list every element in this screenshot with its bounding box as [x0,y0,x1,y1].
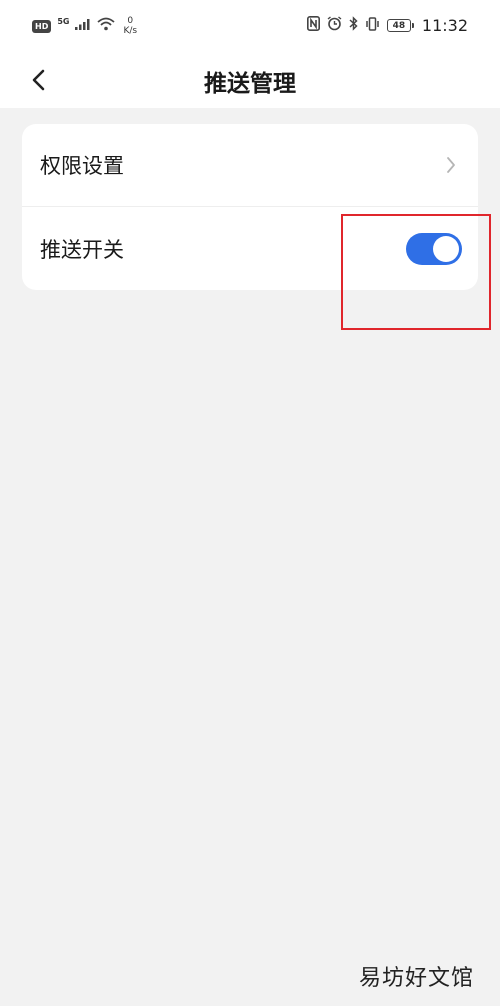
net-speed-value: 0 [127,16,134,26]
status-left: HD 5G 0 K/s [32,16,137,36]
highlight-annotation-box [341,214,491,330]
battery-icon: 48 [386,19,414,32]
status-bar: HD 5G 0 K/s 48 11:32 [0,0,500,58]
signal-icon [75,18,91,34]
nfc-icon [306,16,320,35]
navigation-bar: 推送管理 [0,58,500,104]
vibrate-icon [365,16,380,35]
chevron-right-icon [444,154,458,176]
bluetooth-icon [349,16,358,35]
watermark: 易坊好文馆 [358,966,474,991]
clock: 11:32 [421,16,468,35]
hd-icon: HD [32,19,52,33]
top-area: HD 5G 0 K/s 48 11:32 推送管理 [0,0,500,108]
page-title: 推送管理 [204,71,296,97]
net-speed: 0 K/s [123,16,137,36]
net-speed-unit: K/s [123,26,138,36]
network-type: 5G [57,16,70,26]
alarm-icon [327,16,342,35]
wifi-icon [97,17,116,35]
permission-settings-label: 权限设置 [40,154,124,178]
status-right: 48 11:32 [306,16,468,35]
permission-settings-row[interactable]: 权限设置 [22,124,478,207]
